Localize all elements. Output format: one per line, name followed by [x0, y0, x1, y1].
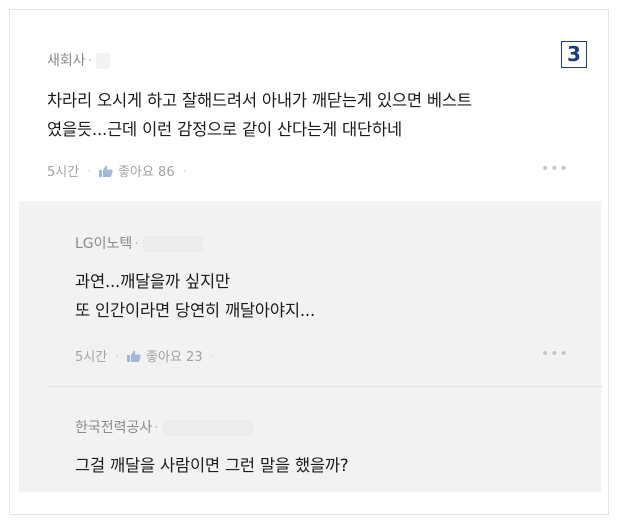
reply-author[interactable]: 한국전력공사 ·: [75, 417, 253, 437]
comment-author[interactable]: 새회사 ·: [47, 50, 111, 70]
page-marker: 3: [561, 41, 587, 68]
author-separator: ·: [134, 236, 139, 252]
meta-separator: ·: [87, 163, 92, 178]
author-name[interactable]: 한국전력공사: [75, 420, 152, 436]
meta-separator: ·: [115, 348, 120, 363]
comment-text-line: 차라리 오시게 하고 잘해드려서 아내가 깨닫는게 있으면 베스트: [47, 91, 472, 110]
author-separator: ·: [154, 420, 159, 436]
reply-text: 그걸 깨달을 사람이면 그런 말을 했을까?: [75, 451, 349, 480]
meta-separator: ·: [182, 163, 187, 178]
thumbs-up-icon: [99, 165, 113, 177]
author-name[interactable]: 새회사: [47, 53, 86, 69]
author-id-redacted: [142, 236, 203, 252]
reply-text-line: 그걸 깨달을 사람이면 그런 말을 했을까?: [75, 456, 349, 475]
reply-divider: [47, 386, 602, 387]
reply-time: 5시간: [75, 350, 108, 365]
reply-text-line: 과연...깨달을까 싶지만: [75, 272, 230, 291]
comment-meta: 5시간 · 좋아요 86 ·: [47, 161, 194, 181]
comment-text-line: 였을듯...근데 이런 감정으로 같이 산다는게 대단하네: [47, 120, 402, 139]
more-options-icon[interactable]: •••: [541, 161, 569, 177]
comment-text: 차라리 오시게 하고 잘해드려서 아내가 깨닫는게 있으면 베스트 였을듯...…: [47, 86, 472, 144]
author-id-redacted: [162, 420, 253, 436]
author-name[interactable]: LG이노텍: [75, 236, 132, 252]
author-separator: ·: [87, 53, 93, 69]
meta-separator: ·: [210, 348, 215, 363]
author-id-redacted: [96, 53, 111, 69]
like-count: 좋아요 23: [146, 350, 203, 365]
like-button[interactable]: 좋아요 23: [127, 346, 203, 365]
thumbs-up-icon: [127, 350, 141, 362]
like-count: 좋아요 86: [118, 165, 175, 180]
like-button[interactable]: 좋아요 86: [99, 161, 175, 180]
reply-text: 과연...깨달을까 싶지만 또 인간이라면 당연히 깨달아야지...: [75, 267, 315, 325]
more-options-icon[interactable]: •••: [541, 346, 569, 362]
reply-meta: 5시간 · 좋아요 23 ·: [75, 346, 222, 366]
comment-time: 5시간: [47, 165, 80, 180]
reply-author[interactable]: LG이노텍 ·: [75, 233, 203, 253]
reply-text-line: 또 인간이라면 당연히 깨달아야지...: [75, 301, 315, 320]
